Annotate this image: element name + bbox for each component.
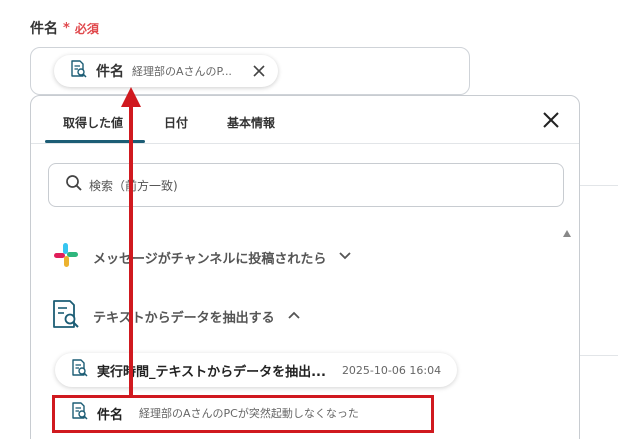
list-item-execution-time[interactable]: 実行時間_テキストからデータを抽出... 2025-10-06 16:04	[55, 353, 458, 387]
chevron-down-icon	[338, 248, 352, 267]
tab-acquired-values[interactable]: 取得した値	[63, 114, 123, 131]
close-icon[interactable]	[541, 110, 561, 134]
search-input[interactable]: 検索（前方一致)	[48, 163, 564, 207]
group-label: テキストからデータを抽出する	[93, 310, 275, 326]
selected-chip-title: 件名	[96, 64, 124, 80]
page: 件名 * 必須 件名 経理部のAさんのP... 取得した値 日付 基本情報 検索…	[0, 0, 618, 439]
chevron-up-icon	[287, 307, 301, 326]
field-label-text: 件名	[30, 21, 58, 37]
document-search-icon	[51, 299, 81, 333]
field-label: 件名 * 必須	[30, 18, 99, 38]
slack-icon	[51, 240, 81, 274]
scrollbar[interactable]	[563, 224, 571, 439]
annotation-arrow-shaft	[129, 106, 133, 396]
value-picker-panel: 取得した値 日付 基本情報 検索（前方一致) メッセージがチャンネルに投稿された…	[30, 95, 580, 439]
list-item-value: 2025-10-06 16:04	[341, 363, 442, 377]
selected-value-chip[interactable]: 件名 経理部のAさんのP...	[54, 55, 278, 87]
tab-date[interactable]: 日付	[164, 114, 188, 131]
required-mark: *	[63, 20, 70, 36]
selected-chip-preview: 経理部のAさんのP...	[132, 65, 232, 78]
picker-tabs: 取得した値 日付 基本情報	[31, 96, 579, 144]
group-label: メッセージがチャンネルに投稿されたら	[93, 251, 327, 267]
search-placeholder: 検索（前方一致)	[89, 178, 178, 193]
search-icon	[65, 174, 83, 196]
tab-basic-info[interactable]: 基本情報	[227, 114, 275, 131]
annotation-arrow-head	[121, 87, 141, 107]
divider	[580, 355, 618, 356]
document-search-icon	[68, 59, 88, 83]
remove-chip-icon[interactable]	[252, 64, 266, 78]
highlight-box	[52, 395, 434, 433]
required-text: 必須	[74, 21, 99, 36]
document-search-icon	[69, 358, 89, 382]
group-slack-message[interactable]: メッセージがチャンネルに投稿されたら	[51, 240, 352, 274]
group-text-extraction[interactable]: テキストからデータを抽出する	[51, 299, 301, 333]
divider	[580, 185, 618, 186]
